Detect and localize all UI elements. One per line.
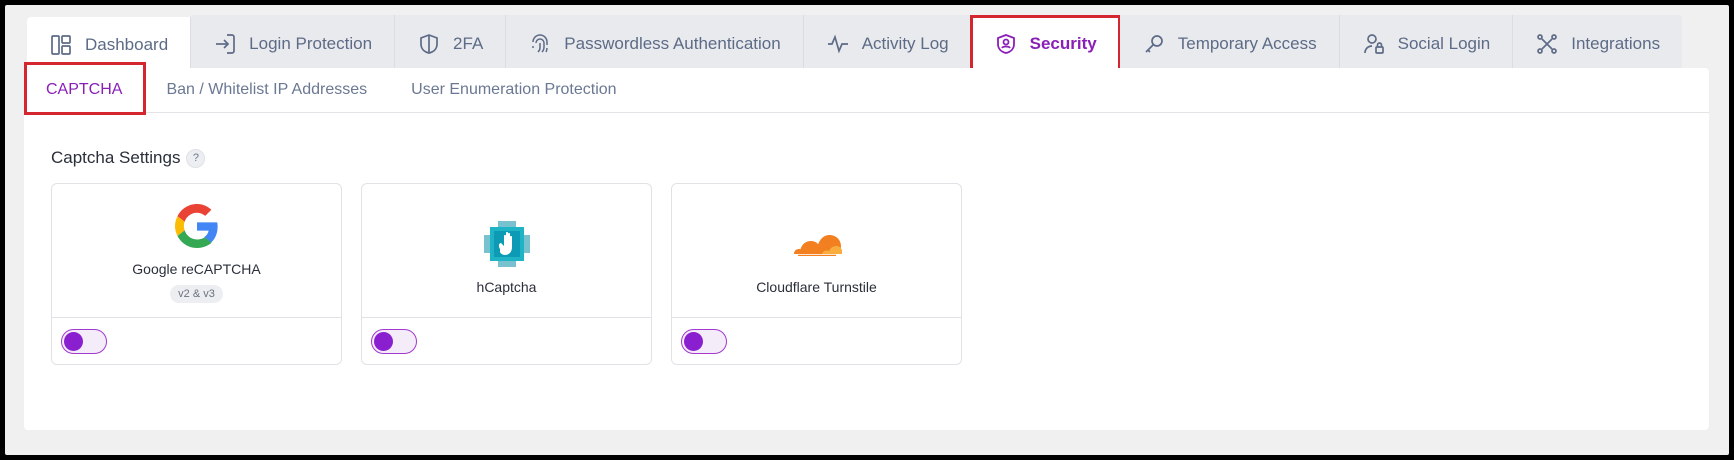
hcaptcha-logo [483, 220, 530, 267]
shield-icon [420, 34, 438, 54]
subtab-ban-whitelist[interactable]: Ban / Whitelist IP Addresses [144, 68, 389, 113]
login-icon [216, 34, 236, 54]
content-panel: CAPTCHA Ban / Whitelist IP Addresses Use… [24, 61, 1709, 430]
subtab-captcha[interactable]: CAPTCHA [24, 61, 147, 115]
user-lock-icon [1363, 34, 1384, 54]
provider-name: hCaptcha [476, 278, 537, 295]
hcaptcha-toggle[interactable] [371, 329, 417, 354]
tab-2fa[interactable]: 2FA [395, 15, 507, 73]
sub-tabs: CAPTCHA Ban / Whitelist IP Addresses Use… [24, 61, 1709, 115]
tab-integrations[interactable]: Integrations [1513, 15, 1683, 73]
tab-label: Security [1029, 34, 1097, 53]
google-logo [174, 203, 220, 249]
card-body: Google reCAPTCHA v2 & v3 [52, 184, 341, 318]
captcha-providers: Google reCAPTCHA v2 & v3 hCaptcha Cloudf… [51, 183, 962, 365]
cloudflare-logo [791, 221, 842, 267]
section-title-text: Captcha Settings [51, 148, 181, 167]
tab-passwordless[interactable]: Passwordless Authentication [506, 15, 804, 73]
tab-label: Social Login [1397, 34, 1491, 53]
activity-icon [827, 34, 848, 54]
provider-name: Google reCAPTCHA [132, 260, 261, 277]
google-recaptcha-toggle[interactable] [61, 329, 107, 354]
tab-label: Login Protection [249, 34, 373, 53]
version-badge: v2 & v3 [170, 284, 223, 303]
toggle-knob [684, 332, 703, 351]
cloudflare-turnstile-toggle[interactable] [681, 329, 727, 354]
tab-label: Dashboard [85, 35, 169, 54]
tab-label: Passwordless Authentication [564, 34, 781, 53]
card-footer [362, 318, 651, 365]
toggle-knob [64, 332, 83, 351]
tab-social-login[interactable]: Social Login [1339, 15, 1514, 73]
subtab-label: CAPTCHA [46, 81, 123, 98]
card-body: Cloudflare Turnstile [672, 184, 961, 318]
subtab-label: User Enumeration Protection [411, 81, 617, 98]
tab-label: Integrations [1571, 34, 1661, 53]
tab-login-protection[interactable]: Login Protection [191, 15, 396, 73]
app-frame: Dashboard Login Protection 2FA Passwordl… [5, 5, 1729, 455]
provider-card-hcaptcha: hCaptcha [361, 183, 652, 365]
tab-dashboard[interactable]: Dashboard [27, 17, 192, 73]
provider-card-google: Google reCAPTCHA v2 & v3 [51, 183, 342, 365]
card-footer [52, 318, 341, 365]
section-title: Captcha Settings ? [51, 148, 206, 168]
tab-label: Temporary Access [1177, 34, 1317, 53]
subtab-user-enumeration[interactable]: User Enumeration Protection [389, 68, 638, 113]
tab-security[interactable]: Security [969, 15, 1121, 73]
provider-card-cloudflare: Cloudflare Turnstile [671, 183, 962, 365]
card-body: hCaptcha [362, 184, 651, 318]
integrations-icon [1537, 34, 1558, 54]
tab-activity-log[interactable]: Activity Log [803, 15, 972, 73]
key-icon [1145, 35, 1163, 53]
main-nav-tabs: Dashboard Login Protection 2FA Passwordl… [27, 15, 1683, 73]
card-footer [672, 318, 961, 365]
fingerprint-icon [532, 34, 549, 53]
toggle-knob [374, 332, 393, 351]
tab-label: Activity Log [861, 34, 949, 53]
user-shield-icon [996, 34, 1015, 54]
tab-label: 2FA [453, 34, 484, 53]
provider-name: Cloudflare Turnstile [756, 278, 877, 295]
subtab-label: Ban / Whitelist IP Addresses [166, 81, 368, 98]
help-icon[interactable]: ? [186, 148, 206, 168]
tab-temporary-access[interactable]: Temporary Access [1119, 15, 1340, 73]
dashboard-icon [51, 35, 71, 55]
